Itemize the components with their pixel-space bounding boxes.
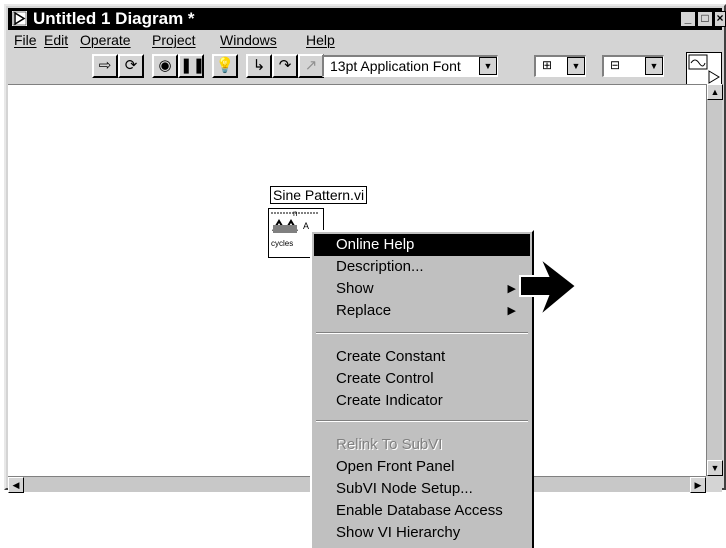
icon-text-n: n — [293, 209, 298, 218]
scroll-down-icon[interactable]: ▼ — [707, 460, 723, 476]
highlight-execution-icon[interactable]: 💡 — [212, 54, 238, 78]
menu-separator — [316, 420, 528, 422]
scroll-up-icon[interactable]: ▲ — [707, 84, 723, 100]
menu-item-label: Create Indicator — [336, 392, 443, 409]
pause-icon[interactable]: ❚❚ — [178, 54, 205, 78]
chevron-down-icon[interactable]: ▼ — [479, 57, 497, 75]
font-select-value: 13pt Application Font — [330, 58, 461, 74]
menu-item-subvi-node-setup[interactable]: SubVI Node Setup... — [314, 478, 530, 500]
scroll-left-icon[interactable]: ◀ — [8, 477, 24, 493]
menu-item-label: Create Constant — [336, 348, 446, 365]
menu-item-label: Create Control — [336, 370, 434, 387]
menu-item-label: Show VI Hierarchy — [336, 524, 461, 541]
context-menu: Online Help Description... Show ▶ Replace… — [310, 230, 534, 548]
step-over-icon[interactable]: ↷ — [272, 54, 298, 78]
menu-item-label: Enable Database Access — [336, 502, 503, 519]
toolbar: ⇨ ⟳ ◉ ❚❚ 💡 ↳ ↷ ↗ 13pt Application Font ▼… — [8, 54, 698, 80]
menu-item-label: Description... — [336, 258, 424, 275]
pointer-arrow-icon — [519, 257, 578, 317]
align-icon: ⊞ — [542, 58, 553, 72]
align-objects-select[interactable]: ⊞ ▼ — [534, 55, 586, 77]
menu-item-show[interactable]: Show ▶ — [314, 278, 530, 300]
menu-operate[interactable]: Operate — [80, 32, 131, 48]
icon-text-cycles: cycles — [271, 239, 294, 248]
menu-windows[interactable]: Windows — [220, 32, 277, 48]
menu-edit[interactable]: Edit — [44, 32, 68, 48]
vertical-scrollbar[interactable]: ▲ ▼ — [706, 84, 723, 476]
title-bar[interactable]: Untitled 1 Diagram * _ □ × — [8, 8, 726, 30]
run-icon[interactable]: ⇨ — [92, 54, 118, 78]
window-title: Untitled 1 Diagram * — [33, 9, 195, 28]
menu-item-enable-database-access[interactable]: Enable Database Access — [314, 500, 530, 522]
menu-item-create-indicator[interactable]: Create Indicator — [314, 390, 530, 412]
menu-file[interactable]: File — [14, 32, 37, 48]
menu-item-label: SubVI Node Setup... — [336, 480, 473, 497]
menu-item-relink-to-subvi: Relink To SubVI — [314, 434, 530, 456]
subvi-label: Sine Pattern.vi — [270, 186, 368, 204]
distribute-icon: ⊟ — [610, 58, 621, 72]
chevron-down-icon[interactable]: ▼ — [645, 57, 663, 75]
minimize-button[interactable]: _ — [680, 11, 696, 27]
icon-text-a: A — [303, 221, 310, 231]
menu-project[interactable]: Project — [152, 32, 196, 48]
labview-app-icon — [11, 10, 28, 27]
abort-icon[interactable]: ◉ — [152, 54, 178, 78]
menu-item-label: Open Front Panel — [336, 458, 455, 475]
menu-item-replace[interactable]: Replace ▶ — [314, 300, 530, 322]
menu-item-create-control[interactable]: Create Control — [314, 368, 530, 390]
menu-item-label: Online Help — [336, 236, 415, 253]
menu-item-label: Replace — [336, 302, 392, 319]
maximize-button[interactable]: □ — [697, 11, 713, 27]
resize-grip-icon[interactable] — [706, 476, 722, 492]
menu-item-create-constant[interactable]: Create Constant — [314, 346, 530, 368]
distribute-objects-select[interactable]: ⊟ ▼ — [602, 55, 664, 77]
step-into-icon[interactable]: ↳ — [246, 54, 272, 78]
chevron-down-icon[interactable]: ▼ — [567, 57, 585, 75]
close-button[interactable]: × — [714, 11, 726, 27]
menu-item-open-front-panel[interactable]: Open Front Panel — [314, 456, 530, 478]
run-continuously-icon[interactable]: ⟳ — [118, 54, 144, 78]
menu-item-show-vi-hierarchy[interactable]: Show VI Hierarchy — [314, 522, 530, 544]
menu-item-label: Show — [336, 280, 374, 297]
scroll-right-icon[interactable]: ▶ — [690, 477, 706, 493]
step-out-icon[interactable]: ↗ — [298, 54, 324, 78]
menu-item-label: Relink To SubVI — [336, 436, 443, 453]
menu-item-description[interactable]: Description... — [314, 256, 530, 278]
menu-help[interactable]: Help — [306, 32, 335, 48]
menu-separator — [316, 332, 528, 334]
menu-item-online-help[interactable]: Online Help — [314, 234, 530, 256]
font-select[interactable]: 13pt Application Font ▼ — [322, 55, 498, 77]
